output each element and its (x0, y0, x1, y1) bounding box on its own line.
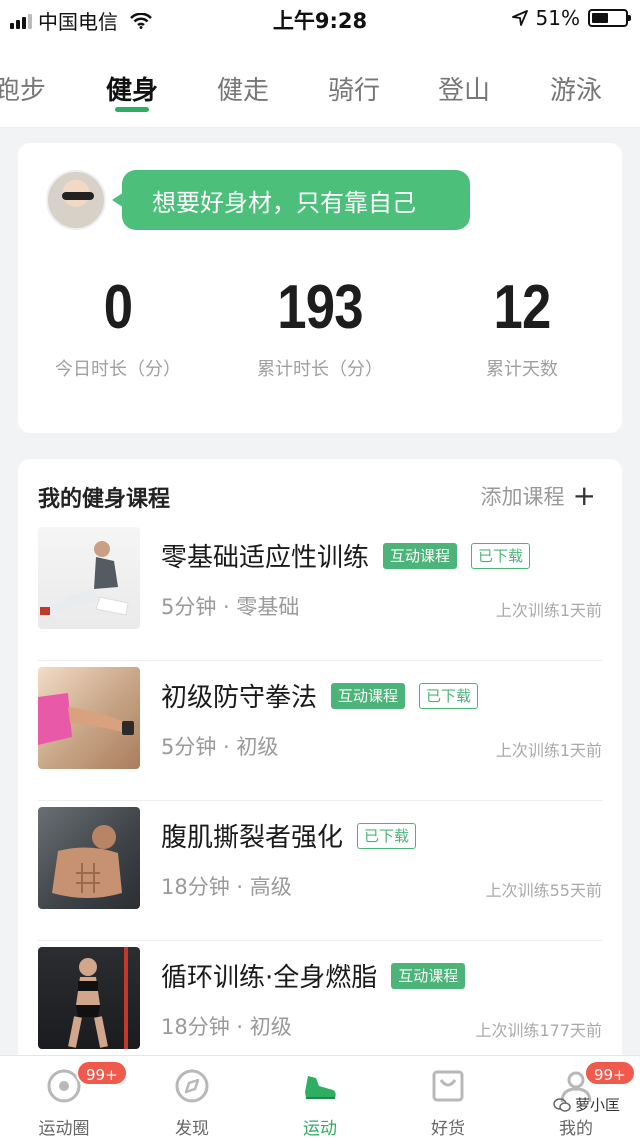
compass-icon (175, 1069, 209, 1103)
status-right: 51% (511, 6, 631, 30)
abs-figure-icon (52, 825, 122, 898)
course-name: 腹肌撕裂者强化 (161, 823, 344, 853)
active-tab-indicator (115, 107, 149, 112)
notification-badge: 99+ (76, 1060, 128, 1086)
course-thumbnail (38, 527, 140, 629)
nav-label: 发现 (175, 1119, 209, 1138)
nav-item-sports-circle[interactable]: 99+ 运动圈 (0, 1056, 128, 1138)
course-last-trained: 上次训练1天前 (495, 741, 602, 760)
course-last-trained: 上次训练177天前 (475, 1021, 602, 1040)
nav-item-sport[interactable]: 运动 (256, 1056, 384, 1138)
nav-label: 运动 (303, 1119, 337, 1138)
course-name-row: 循环训练·全身燃脂 互动课程 (161, 957, 466, 994)
course-name: 零基础适应性训练 (161, 543, 370, 573)
bottom-nav: 99+ 运动圈 发现 运动 好货 99+ 我的 (0, 1055, 640, 1138)
stat-value: 193 (277, 273, 363, 342)
wechat-icon (553, 1097, 571, 1112)
tag-interactive: 互动课程 (383, 542, 458, 569)
stat-label: 累计天数 (486, 359, 558, 380)
stat-value: 12 (493, 273, 552, 342)
shopping-bag-icon (432, 1070, 464, 1102)
course-name-row: 初级防守拳法 互动课程 已下载 (161, 677, 479, 714)
location-arrow-icon (511, 10, 528, 26)
add-course-label: 添加课程 (480, 485, 565, 509)
course-name: 初级防守拳法 (161, 683, 318, 713)
battery-icon (588, 9, 631, 27)
course-meta: 18分钟 · 初级 (161, 1015, 292, 1039)
category-tabs: 跑步 健身 健走 骑行 登山 游泳 (0, 36, 640, 128)
status-bar: 中国电信 上午9:28 51% (0, 0, 640, 36)
nav-item-goods[interactable]: 好货 (384, 1056, 512, 1138)
tag-downloaded: 已下载 (357, 822, 417, 849)
tab-cycling[interactable]: 骑行 (328, 70, 380, 107)
fitness-woman-icon (68, 947, 128, 1049)
add-course-button[interactable]: 添加课程 + (481, 481, 596, 511)
motto-bubble: 想要好身材，只有靠自己 (112, 170, 470, 230)
course-meta: 5分钟 · 零基础 (161, 595, 300, 619)
course-last-trained: 上次训练1天前 (495, 601, 602, 620)
stat-label: 今日时长（分） (55, 359, 181, 380)
courses-title: 我的健身课程 (38, 487, 171, 512)
notification-badge: 99+ (584, 1060, 636, 1086)
nav-label: 运动圈 (38, 1119, 90, 1138)
tab-fitness[interactable]: 健身 (106, 70, 158, 107)
tab-swimming[interactable]: 游泳 (550, 70, 602, 107)
watermark-text: 萝小匡 (574, 1096, 620, 1114)
boxing-figure-icon (38, 693, 134, 745)
course-item[interactable]: 腹肌撕裂者强化 已下载 18分钟 · 高级 上次训练55天前 (38, 801, 602, 941)
stat-today: 0 今日时长（分） (18, 273, 218, 381)
situp-figure-icon (40, 541, 129, 617)
stat-total-days: 12 累计天数 (422, 273, 622, 381)
course-thumbnail (38, 807, 140, 909)
tab-running[interactable]: 跑步 (0, 70, 46, 107)
tab-hiking[interactable]: 登山 (438, 70, 490, 107)
tag-interactive: 互动课程 (391, 962, 466, 989)
nav-item-discover[interactable]: 发现 (128, 1056, 256, 1138)
course-last-trained: 上次训练55天前 (485, 881, 602, 900)
tab-walking[interactable]: 健走 (217, 70, 269, 107)
stat-value: 0 (103, 273, 133, 342)
plus-icon: + (572, 479, 596, 512)
course-thumbnail (38, 667, 140, 769)
stat-label: 累计时长（分） (257, 359, 383, 380)
course-item[interactable]: 初级防守拳法 互动课程 已下载 5分钟 · 初级 上次训练1天前 (38, 661, 602, 801)
nav-label: 好货 (431, 1119, 465, 1138)
course-name-row: 零基础适应性训练 互动课程 已下载 (161, 537, 531, 574)
stats-card: 想要好身材，只有靠自己 0 今日时长（分） 193 累计时长（分） 12 累计天… (18, 143, 622, 433)
stat-total-minutes: 193 累计时长（分） (220, 273, 420, 381)
tag-downloaded: 已下载 (471, 542, 531, 569)
courses-card: 我的健身课程 添加课程 + 零基础适应性训练 互动课程 已下载 5分钟 · 零基… (18, 459, 622, 1119)
watermark: 萝小匡 (553, 1094, 620, 1115)
battery-percent: 51% (535, 6, 580, 30)
course-thumbnail (38, 947, 140, 1049)
course-item[interactable]: 零基础适应性训练 互动课程 已下载 5分钟 · 零基础 上次训练1天前 (38, 521, 602, 661)
course-meta: 5分钟 · 初级 (161, 735, 279, 759)
course-meta: 18分钟 · 高级 (161, 875, 292, 899)
tag-downloaded: 已下载 (419, 682, 479, 709)
shoe-icon (305, 1076, 336, 1099)
course-name: 循环训练·全身燃脂 (161, 963, 378, 993)
avatar[interactable] (46, 170, 106, 230)
course-name-row: 腹肌撕裂者强化 已下载 (161, 817, 417, 854)
nav-label: 我的 (559, 1119, 593, 1138)
tag-interactive: 互动课程 (331, 682, 406, 709)
